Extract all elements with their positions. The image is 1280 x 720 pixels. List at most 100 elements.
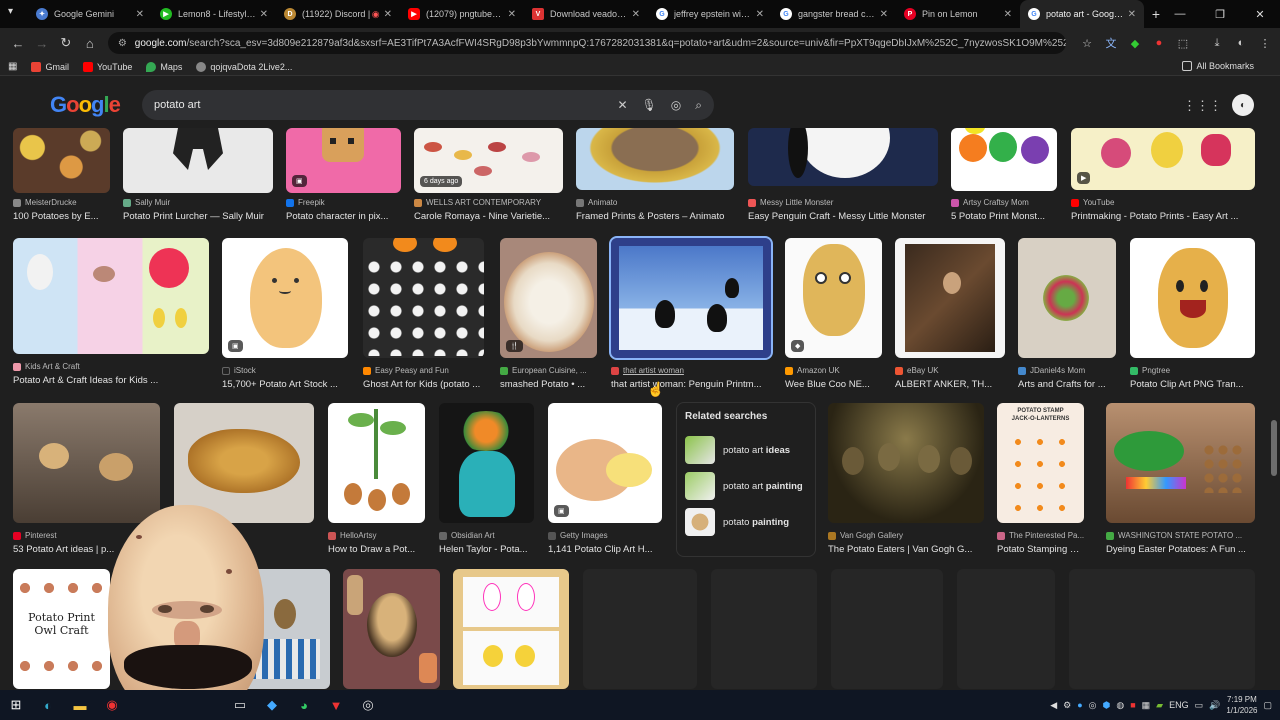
- result-title[interactable]: Easy Penguin Craft - Messy Little Monste…: [748, 211, 938, 222]
- obs-icon[interactable]: ◎: [352, 690, 384, 720]
- clock[interactable]: 7:19 PM 1/1/2026: [1226, 694, 1257, 716]
- bookmark-gmail[interactable]: Gmail: [31, 61, 69, 72]
- image-result[interactable]: Kids Art & Craft Potato Art & Craft Idea…: [13, 238, 209, 388]
- lens-search-icon[interactable]: ◎: [671, 98, 681, 112]
- result-title[interactable]: Framed Prints & Posters – Animato: [576, 211, 734, 222]
- adblock-extension-icon[interactable]: ●: [1150, 34, 1168, 52]
- result-title[interactable]: Dyeing Easter Potatoes: A Fun ...: [1106, 544, 1255, 555]
- tab-google-1[interactable]: Gjeffrey epstein witho ✕: [648, 0, 772, 28]
- bookmark-dota[interactable]: qojqvaDota 2Live2...: [196, 61, 292, 72]
- app-icon[interactable]: ▼: [320, 690, 352, 720]
- tab-discord[interactable]: D (11922) Discord | ◉ ✕: [276, 0, 400, 28]
- windows-start-icon[interactable]: ⊞: [0, 690, 32, 720]
- result-source[interactable]: Pinterest: [13, 531, 57, 540]
- close-tab-icon[interactable]: ✕: [880, 9, 888, 20]
- result-source[interactable]: YouTube: [1071, 198, 1114, 207]
- result-thumbnail[interactable]: [13, 238, 209, 354]
- image-result[interactable]: [453, 569, 569, 689]
- result-source[interactable]: Van Gogh Gallery: [828, 531, 903, 540]
- site-info-icon[interactable]: ⚙: [118, 38, 127, 49]
- close-tab-icon[interactable]: ✕: [508, 9, 516, 20]
- image-result[interactable]: ◆ Amazon UK Wee Blue Coo NE...: [785, 238, 882, 390]
- google-logo[interactable]: Google: [50, 92, 121, 118]
- result-source[interactable]: JDaniel4s Mom: [1018, 366, 1085, 375]
- image-result[interactable]: eBay UK ALBERT ANKER, TH...: [895, 238, 1005, 390]
- maximize-icon[interactable]: ❐: [1200, 0, 1240, 28]
- related-search-item[interactable]: potato art ideas: [685, 432, 807, 468]
- image-result[interactable]: Van Gogh Gallery The Potato Eaters | Van…: [828, 403, 984, 555]
- avatar[interactable]: ◐: [1232, 94, 1254, 116]
- bookmark-youtube[interactable]: YouTube: [82, 61, 132, 72]
- close-tab-icon[interactable]: ✕: [1128, 9, 1136, 20]
- result-title[interactable]: Potato Stamping – ...: [997, 544, 1084, 555]
- result-title[interactable]: Wee Blue Coo NE...: [785, 379, 882, 390]
- result-title[interactable]: Potato character in pix...: [286, 211, 401, 222]
- result-source[interactable]: WASHINGTON STATE POTATO ...: [1106, 531, 1242, 540]
- back-icon[interactable]: ←: [6, 31, 30, 55]
- profile-icon[interactable]: ◐: [1232, 34, 1250, 52]
- all-bookmarks-button[interactable]: All Bookmarks: [1182, 61, 1254, 71]
- tab-pinterest[interactable]: P Pin on Lemon ✕: [896, 0, 1020, 28]
- result-thumbnail[interactable]: [13, 128, 110, 193]
- result-source[interactable]: The Pinterested Pa...: [997, 531, 1084, 540]
- tab-veadotube[interactable]: V Download veadotube ✕: [524, 0, 648, 28]
- result-source[interactable]: WELLS ART CONTEMPORARY: [414, 198, 541, 207]
- result-thumbnail[interactable]: [343, 569, 440, 689]
- tray-app-icon[interactable]: ⚙: [1063, 700, 1071, 711]
- lang-label[interactable]: ENG: [1169, 700, 1189, 710]
- close-tab-icon[interactable]: ✕: [260, 9, 268, 20]
- image-result[interactable]: Animato Framed Prints & Posters – Animat…: [576, 128, 734, 224]
- result-thumbnail[interactable]: [609, 236, 773, 360]
- result-thumbnail[interactable]: [1106, 403, 1255, 523]
- chrome-icon[interactable]: ◉: [96, 690, 128, 720]
- result-title[interactable]: Ghost Art for Kids (potato ...: [363, 379, 484, 390]
- image-result[interactable]: [343, 569, 440, 689]
- result-thumbnail[interactable]: [576, 128, 734, 190]
- tray-app-icon[interactable]: ◎: [1089, 700, 1097, 711]
- close-tab-icon[interactable]: ✕: [632, 9, 640, 20]
- result-source[interactable]: Getty Images: [548, 531, 608, 540]
- result-source[interactable]: eBay UK: [895, 366, 939, 375]
- result-thumbnail[interactable]: 🍴: [500, 238, 597, 358]
- result-source[interactable]: HelloArtsy: [328, 531, 376, 540]
- result-title[interactable]: 100 Potatoes by E...: [13, 211, 110, 222]
- download-icon[interactable]: ⤓: [1208, 34, 1226, 52]
- result-thumbnail[interactable]: ▶: [1071, 128, 1255, 190]
- google-apps-icon[interactable]: ⋮⋮⋮: [1183, 98, 1222, 114]
- result-thumbnail[interactable]: ▣: [548, 403, 662, 523]
- app-icon[interactable]: ◕: [288, 690, 320, 720]
- result-thumbnail[interactable]: [951, 128, 1057, 191]
- result-title[interactable]: Carole Romaya - Nine Varietie...: [414, 211, 563, 222]
- result-title[interactable]: 1,141 Potato Clip Art H...: [548, 544, 662, 555]
- result-source[interactable]: Freepik: [286, 198, 325, 207]
- result-title[interactable]: Potato Print Lurcher — Sally Muir: [123, 211, 273, 222]
- related-search-item[interactable]: potato painting: [685, 504, 807, 540]
- tray-app-icon[interactable]: ●: [1077, 700, 1082, 710]
- close-window-icon[interactable]: ✕: [1240, 0, 1280, 28]
- edge-icon[interactable]: ◐: [32, 690, 64, 720]
- image-result[interactable]: ▣ Getty Images 1,141 Potato Clip Art H..…: [548, 403, 662, 555]
- result-source[interactable]: Pngtree: [1130, 366, 1170, 375]
- forward-icon[interactable]: →: [30, 31, 54, 55]
- result-source[interactable]: iStock: [222, 366, 256, 375]
- result-thumbnail[interactable]: [828, 403, 984, 523]
- result-title[interactable]: smashed Potato • ...: [500, 379, 597, 390]
- tray-app-icon[interactable]: ▦: [1142, 700, 1151, 711]
- tray-app-icon[interactable]: ■: [1130, 700, 1135, 710]
- image-result[interactable]: MeisterDrucke 100 Potatoes by E...: [13, 128, 110, 224]
- result-title[interactable]: that artist woman: Penguin Printm...: [611, 379, 771, 390]
- tab-gemini[interactable]: ✦ Google Gemini ✕: [28, 0, 152, 28]
- extensions-icon[interactable]: ⬚: [1174, 34, 1192, 52]
- result-source[interactable]: Messy Little Monster: [748, 198, 833, 207]
- result-title[interactable]: Potato Art & Craft Ideas for Kids ...: [13, 375, 209, 386]
- result-title[interactable]: The Potato Eaters | Van Gogh G...: [828, 544, 984, 555]
- result-source[interactable]: MeisterDrucke: [13, 198, 77, 207]
- image-result[interactable]: POTATO STAMP JACK-O-LANTERNS The Pintere…: [997, 403, 1084, 555]
- result-thumbnail[interactable]: [895, 238, 1005, 358]
- result-source[interactable]: Animato: [576, 198, 617, 207]
- result-thumbnail[interactable]: [123, 128, 273, 193]
- tray-app-icon[interactable]: ⬢: [1103, 700, 1111, 711]
- result-thumbnail[interactable]: [439, 403, 534, 523]
- app-icon[interactable]: ◆: [256, 690, 288, 720]
- scrollbar-thumb[interactable]: [1271, 420, 1277, 476]
